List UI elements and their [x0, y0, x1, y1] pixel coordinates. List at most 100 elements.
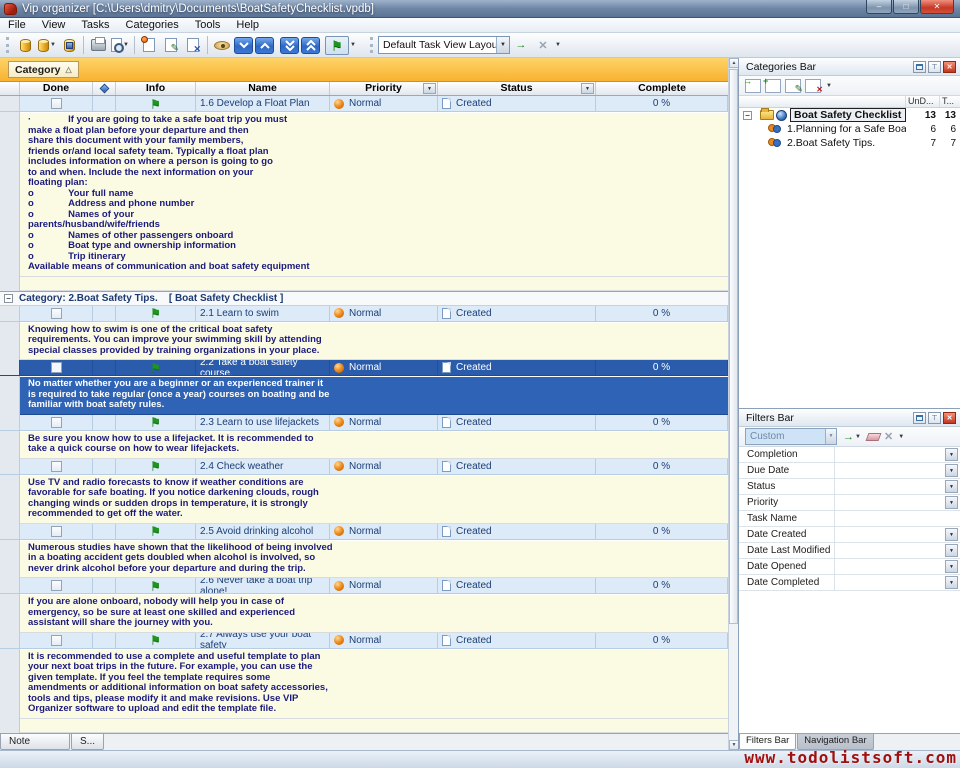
save-layout-button[interactable]: →	[511, 35, 531, 55]
panel-restore-button[interactable]	[913, 412, 926, 424]
delete-task-button[interactable]: ✕	[183, 35, 203, 55]
show-notes-button[interactable]	[212, 35, 232, 55]
filter-dropdown-button[interactable]: ▼	[945, 464, 958, 477]
delete-layout-button[interactable]: ✕	[533, 35, 553, 55]
grid-vertical-scrollbar[interactable]: ▲ ▼	[728, 58, 738, 750]
edit-task-button[interactable]: ✎	[161, 35, 181, 55]
edit-category-button[interactable]: ✎	[785, 79, 801, 93]
task-note: No matter whether you are a beginner or …	[0, 376, 728, 415]
category-tree-item[interactable]: 1.Planning for a Safe Boat T66	[739, 122, 960, 136]
collapse-icon[interactable]: −	[4, 294, 13, 303]
flag-icon: ⚑	[331, 39, 343, 52]
new-category-button[interactable]: →	[745, 79, 761, 93]
column-header-priority-icon[interactable]	[93, 82, 116, 95]
done-checkbox[interactable]	[51, 308, 62, 319]
minimize-button[interactable]: –	[866, 0, 892, 14]
menu-item-tasks[interactable]: Tasks	[73, 19, 117, 31]
delete-category-button[interactable]: ✕	[805, 79, 821, 93]
panel-pin-button[interactable]: ⊤	[928, 412, 941, 424]
done-checkbox[interactable]	[51, 417, 62, 428]
chevron-down-icon[interactable]: ▼	[825, 429, 836, 444]
done-checkbox[interactable]	[51, 461, 62, 472]
task-complete: 0 %	[596, 633, 728, 648]
task-row[interactable]: ⚑2.3 Learn to use lifejacketsNormalCreat…	[0, 415, 728, 431]
done-checkbox[interactable]	[51, 526, 62, 537]
category-tree-item[interactable]: 2.Boat Safety Tips.77	[739, 136, 960, 150]
complete-task-toggle[interactable]: ⚑	[325, 36, 349, 55]
panel-pin-button[interactable]: ⊤	[928, 61, 941, 73]
move-up-button[interactable]	[255, 37, 274, 54]
panel-close-button[interactable]: ✕	[943, 412, 956, 424]
menu-item-help[interactable]: Help	[228, 19, 267, 31]
column-total[interactable]: T...	[940, 96, 960, 107]
filter-dropdown-button[interactable]: ▼	[945, 496, 958, 509]
grid-bottom-tabs: Note S...	[0, 733, 728, 750]
task-priority: Normal	[330, 459, 438, 474]
task-grid: Category △ Done Info Name Priority▼ Stat…	[0, 58, 738, 750]
group-field-chip[interactable]: Category △	[8, 61, 79, 78]
open-database-button[interactable]: ▼	[37, 35, 57, 55]
tab-note[interactable]: Note	[0, 734, 70, 750]
column-header-status[interactable]: Status▼	[438, 82, 596, 95]
print-preview-button[interactable]: ▼	[110, 35, 130, 55]
menu-item-categories[interactable]: Categories	[118, 19, 187, 31]
filter-dropdown-button[interactable]: ▼	[945, 448, 958, 461]
task-row[interactable]: ⚑2.5 Avoid drinking alcoholNormalCreated…	[0, 524, 728, 540]
filter-dropdown-button[interactable]: ▼	[945, 576, 958, 589]
maximize-button[interactable]: □	[893, 0, 919, 14]
filter-dropdown-button[interactable]: ▼	[945, 544, 958, 557]
task-row[interactable]: ⚑2.4 Check weatherNormalCreated0 %	[0, 459, 728, 475]
layout-combo[interactable]: Default Task View Layout▼	[378, 36, 510, 54]
tab-s[interactable]: S...	[71, 734, 104, 750]
move-to-top-button[interactable]	[301, 37, 320, 54]
task-row[interactable]: ⚑1.6 Develop a Float PlanNormalCreated0 …	[0, 96, 728, 112]
menu-item-tools[interactable]: Tools	[187, 19, 229, 31]
task-row[interactable]: ⚑2.1 Learn to swimNormalCreated0 %	[0, 306, 728, 322]
add-task-button[interactable]	[139, 35, 159, 55]
menu-item-file[interactable]: File	[0, 19, 34, 31]
column-undone[interactable]: UnD...	[906, 96, 940, 107]
done-checkbox[interactable]	[51, 98, 62, 109]
panel-restore-button[interactable]	[913, 61, 926, 73]
save-filter-button[interactable]: →▼	[842, 427, 862, 447]
filter-dropdown-button[interactable]: ▼	[945, 560, 958, 573]
menu-item-view[interactable]: View	[34, 19, 74, 31]
scrollbar-thumb[interactable]	[729, 69, 738, 624]
move-down-button[interactable]	[234, 37, 253, 54]
done-checkbox[interactable]	[51, 580, 62, 591]
row-gutter	[0, 475, 20, 524]
column-header-done[interactable]: Done	[20, 82, 93, 95]
done-checkbox[interactable]	[51, 362, 62, 373]
status-filter-button[interactable]: ▼	[581, 83, 594, 94]
close-button[interactable]: ✕	[920, 0, 954, 14]
done-checkbox[interactable]	[51, 635, 62, 646]
column-header-info[interactable]: Info	[116, 82, 196, 95]
column-header-complete[interactable]: Complete	[596, 82, 728, 95]
category-group-row[interactable]: −Category: 2.Boat Safety Tips. [ Boat Sa…	[0, 291, 728, 306]
category-tree-item[interactable]: −Boat Safety Checklist1313	[739, 108, 960, 122]
column-header-name[interactable]: Name	[196, 82, 330, 95]
filter-dropdown-button[interactable]: ▼	[945, 528, 958, 541]
clear-filter-button[interactable]	[866, 433, 882, 441]
filter-preset-combo[interactable]: Custom▼	[745, 428, 837, 445]
filter-dropdown-button[interactable]: ▼	[945, 480, 958, 493]
task-row[interactable]: ⚑2.6 Never take a boat trip alone!Normal…	[0, 578, 728, 594]
new-database-button[interactable]	[15, 35, 35, 55]
undone-count: 13	[906, 110, 940, 121]
delete-filter-button[interactable]: ✕	[884, 430, 893, 443]
panel-close-button[interactable]: ✕	[943, 61, 956, 73]
priority-filter-button[interactable]: ▼	[423, 83, 436, 94]
priority-label: Normal	[349, 417, 381, 428]
print-preview-icon	[111, 38, 122, 52]
collapse-icon[interactable]: −	[743, 111, 752, 120]
chevron-down-icon[interactable]: ▼	[496, 37, 509, 53]
move-to-bottom-button[interactable]	[280, 37, 299, 54]
task-status: Created	[438, 306, 596, 321]
task-row[interactable]: ⚑2.7 Always use your boat safetyNormalCr…	[0, 633, 728, 649]
task-row[interactable]: ⚑2.2 Take a boat safety course.NormalCre…	[0, 360, 728, 376]
print-button[interactable]	[88, 35, 108, 55]
save-database-button[interactable]	[59, 35, 79, 55]
task-name: 2.7 Always use your boat safety	[196, 633, 330, 648]
new-subcategory-button[interactable]: +	[765, 79, 781, 93]
column-header-priority[interactable]: Priority▼	[330, 82, 438, 95]
